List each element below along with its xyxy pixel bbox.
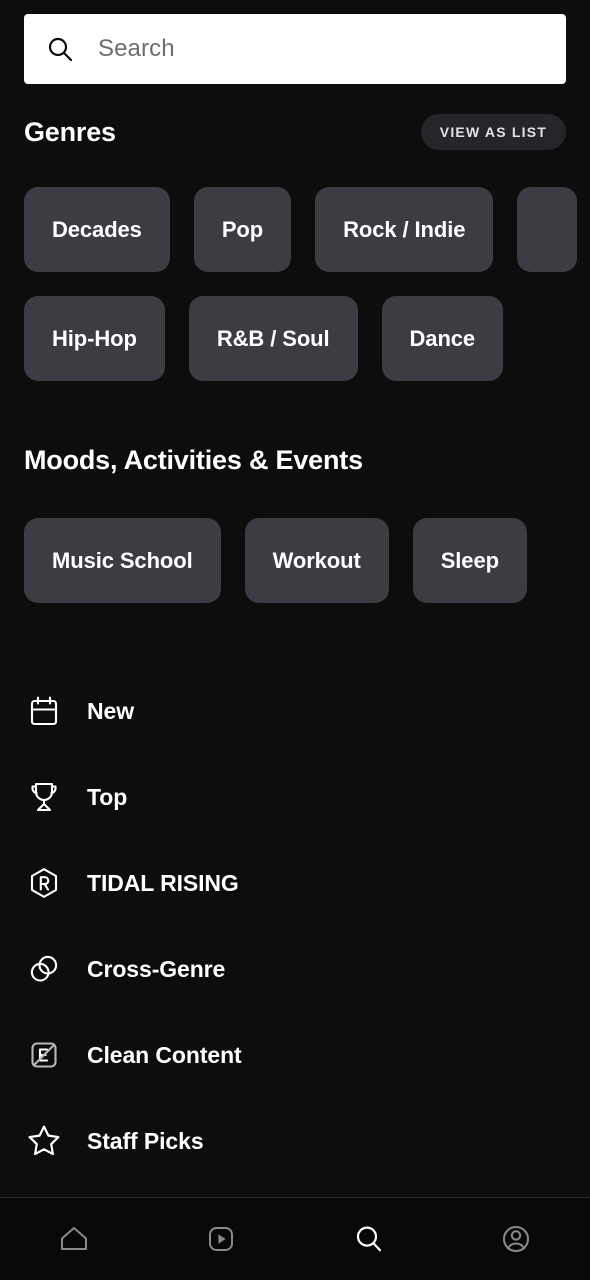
genre-chip-rock-indie[interactable]: Rock / Indie [315,187,494,272]
list-item-label: Staff Picks [87,1127,204,1154]
list-item-staff-picks[interactable]: Staff Picks [0,1098,590,1184]
search-placeholder: Search [98,35,175,62]
search-browse-screen: Search Genres VIEW AS LIST Decades Pop R… [0,0,590,1280]
moods-chip-row-1[interactable]: Music School Workout Sleep [24,518,590,603]
video-play-icon [203,1221,239,1257]
list-item-cross-genre[interactable]: Cross-Genre [0,926,590,1012]
bottom-navigation-bar [0,1197,590,1280]
nav-item-videos[interactable] [148,1198,296,1280]
list-item-top[interactable]: Top [0,754,590,840]
genre-chip-pop[interactable]: Pop [193,187,292,272]
list-item-label: Cross-Genre [87,955,226,982]
page-title: Genres [24,116,116,147]
search-icon [46,35,74,63]
trophy-icon [24,777,64,817]
list-item-label: Clean Content [87,1041,242,1068]
moods-section-title: Moods, Activities & Events [24,445,363,475]
list-item-label: New [87,697,134,724]
nav-item-profile[interactable] [443,1198,590,1280]
genre-chip-hip-hop[interactable]: Hip-Hop [24,296,165,381]
calendar-icon [24,691,64,731]
genre-chip-rnb-soul[interactable]: R&B / Soul [188,296,358,381]
list-item-new[interactable]: New [0,668,590,754]
genre-chip-overflow[interactable] [517,187,578,272]
mood-chip-music-school[interactable]: Music School [24,518,221,603]
search-icon [351,1221,387,1257]
search-input[interactable]: Search [24,14,566,84]
mood-chip-workout[interactable]: Workout [244,518,389,603]
list-item-label: Top [87,783,128,810]
tidal-rising-icon [24,863,64,903]
genre-chip-row-2[interactable]: Hip-Hop R&B / Soul Dance [24,296,590,381]
list-item-tidal-rising[interactable]: TIDAL RISING [0,840,590,926]
list-item-clean-content[interactable]: Clean Content [0,1012,590,1098]
home-icon [56,1221,92,1257]
genre-chip-dance[interactable]: Dance [381,296,504,381]
genre-chip-decades[interactable]: Decades [24,187,170,272]
mood-chip-sleep[interactable]: Sleep [412,518,527,603]
nav-item-home[interactable] [0,1198,148,1280]
account-circle-icon [498,1221,534,1257]
list-item-label: TIDAL RISING [87,869,239,896]
no-explicit-icon [24,1035,64,1075]
genre-chip-row-1[interactable]: Decades Pop Rock / Indie [24,187,590,272]
overlapping-circles-icon [24,949,64,989]
view-as-list-button[interactable]: VIEW AS LIST [420,114,566,150]
star-icon [24,1121,64,1161]
nav-item-search[interactable] [295,1198,443,1280]
genres-section-header: Genres VIEW AS LIST [24,112,566,152]
browse-list: New Top TIDAL RISING Cross-Genre Clean C… [0,668,590,1184]
